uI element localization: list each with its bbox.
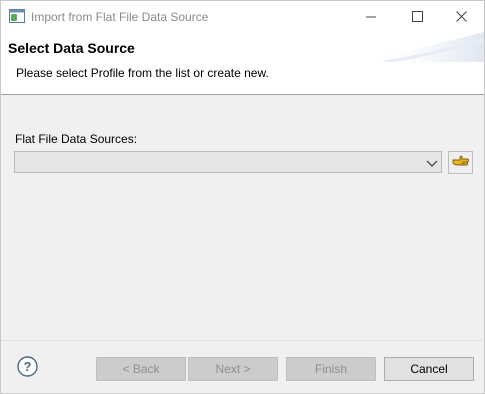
cancel-button[interactable]: Cancel: [384, 357, 474, 381]
minimize-button[interactable]: [348, 1, 394, 32]
header-banner-graphic: [364, 32, 484, 64]
page-description: Please select Profile from the list or c…: [16, 66, 269, 80]
maximize-button[interactable]: [394, 1, 440, 32]
close-icon: [455, 11, 467, 22]
minimize-icon: [366, 12, 376, 22]
create-profile-button[interactable]: [448, 151, 473, 174]
svg-text:?: ?: [24, 359, 32, 374]
page-title: Select Data Source: [8, 40, 135, 56]
help-question-icon: ?: [17, 356, 38, 380]
profile-hand-icon: [452, 154, 470, 171]
wizard-header: Select Data Source Please select Profile…: [1, 32, 484, 94]
finish-button[interactable]: Finish: [286, 357, 376, 381]
next-button[interactable]: Next >: [188, 357, 278, 381]
header-divider: [1, 94, 484, 95]
chevron-down-icon: [426, 157, 438, 167]
import-dialog: Import from Flat File Data Source Select…: [0, 0, 485, 394]
title-bar[interactable]: Import from Flat File Data Source: [1, 1, 484, 32]
window-title: Import from Flat File Data Source: [31, 10, 209, 24]
dialog-window-icon: [9, 9, 25, 23]
footer-divider: [1, 340, 484, 341]
flat-file-sources-dropdown[interactable]: [14, 151, 442, 173]
close-button[interactable]: [438, 1, 484, 32]
flat-file-sources-label: Flat File Data Sources:: [15, 132, 138, 146]
back-button[interactable]: < Back: [96, 357, 186, 381]
maximize-icon: [411, 11, 423, 22]
help-button[interactable]: ?: [17, 356, 38, 377]
